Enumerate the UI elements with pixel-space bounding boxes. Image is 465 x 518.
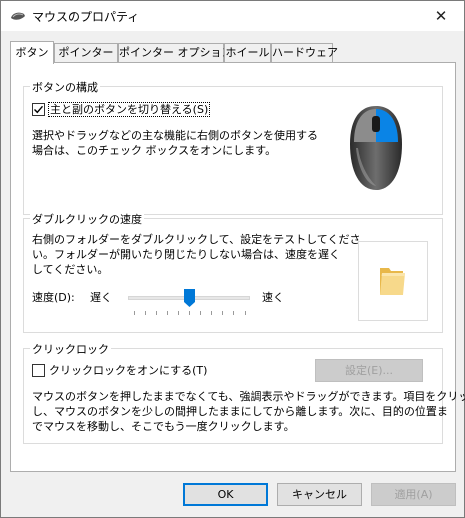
slider-tick xyxy=(245,311,246,315)
slider-thumb[interactable] xyxy=(184,289,195,307)
swap-buttons-checkbox[interactable] xyxy=(32,103,45,116)
button-config-description-line2: 場合は、このチェック ボックスをオンにします。 xyxy=(32,144,277,157)
fast-label: 速く xyxy=(262,291,284,304)
slider-tick xyxy=(145,311,146,315)
tab-wheel[interactable]: ホイール xyxy=(224,43,271,63)
swap-buttons-label[interactable]: 主と副のボタンを切り替える(S) xyxy=(47,102,211,117)
click-lock-group: クリックロック クリックロックをオンにする(T) 設定(E)... マウスのボタ… xyxy=(23,341,465,444)
apply-button[interactable]: 適用(A) xyxy=(371,483,456,506)
tab-pointers[interactable]: ポインター xyxy=(54,43,118,63)
speed-slider[interactable] xyxy=(128,289,250,317)
mouse-right-button-highlighted-icon xyxy=(350,106,402,190)
button-config-title: ボタンの構成 xyxy=(30,79,100,95)
click-lock-description-line2: し、マウスのボタンを少しの間押したままにしてから離します。次に、目的の位置ま xyxy=(32,405,448,418)
folder-icon[interactable] xyxy=(377,264,407,298)
slow-label: 遅く xyxy=(90,291,112,304)
double-click-group: ダブルクリックの速度 右側のフォルダーをダブルクリックして、設定をテストしてくだ… xyxy=(23,211,443,333)
slider-tick xyxy=(222,311,223,315)
tab-hardware[interactable]: ハードウェア xyxy=(271,43,338,63)
double-click-description-line2: い。フォルダーが開いたり閉じたりしない場合は、速度を遅く xyxy=(32,248,340,261)
speed-label: 速度(D): xyxy=(32,291,75,304)
slider-tick xyxy=(200,311,201,315)
click-lock-description-line3: でマウスを移動し、そこでもう一度クリックします。 xyxy=(32,420,295,433)
ok-button[interactable]: OK xyxy=(183,483,268,506)
double-click-description-line1: 右側のフォルダーをダブルクリックして、設定をテストしてくださ xyxy=(32,233,361,246)
checkmark-icon xyxy=(34,105,44,114)
close-icon: ✕ xyxy=(434,7,448,25)
cancel-button[interactable]: キャンセル xyxy=(277,483,362,506)
mouse-icon xyxy=(11,12,25,20)
tab-buttons[interactable]: ボタン xyxy=(10,41,54,64)
tab-pointer-options[interactable]: ポインター オプション xyxy=(118,43,233,63)
click-lock-label[interactable]: クリックロックをオンにする(T) xyxy=(49,363,207,378)
mouse-properties-window: マウスのプロパティ ✕ ボタン ポインター ポインター オプション ホイール ハ… xyxy=(0,0,465,518)
slider-tick xyxy=(233,311,234,315)
window-title: マウスのプロパティ xyxy=(32,10,140,24)
slider-tick xyxy=(178,311,179,315)
slider-tick xyxy=(167,311,168,315)
click-lock-description-line1: マウスのボタンを押したままでなくても、強調表示やドラッグができます。項目をクリッ… xyxy=(32,390,465,403)
tab-panel: ボタンの構成 主と副のボタンを切り替える(S) 選択やドラッグなどの主な機能に右… xyxy=(10,62,465,472)
double-click-title: ダブルクリックの速度 xyxy=(30,211,144,227)
close-button[interactable]: ✕ xyxy=(418,1,464,31)
click-lock-title: クリックロック xyxy=(30,341,111,357)
click-lock-checkbox[interactable] xyxy=(32,364,45,377)
slider-tick xyxy=(134,311,135,315)
double-click-description-line3: してください。 xyxy=(32,263,109,276)
title-bar: マウスのプロパティ ✕ xyxy=(1,1,464,31)
slider-tick xyxy=(211,311,212,315)
slider-tick xyxy=(189,311,190,315)
click-lock-settings-button[interactable]: 設定(E)... xyxy=(315,359,423,382)
slider-tick xyxy=(156,311,157,315)
test-folder-area[interactable] xyxy=(358,241,428,321)
button-config-description-line1: 選択やドラッグなどの主な機能に右側のボタンを使用する xyxy=(32,129,318,142)
button-config-group: ボタンの構成 主と副のボタンを切り替える(S) 選択やドラッグなどの主な機能に右… xyxy=(23,79,443,215)
